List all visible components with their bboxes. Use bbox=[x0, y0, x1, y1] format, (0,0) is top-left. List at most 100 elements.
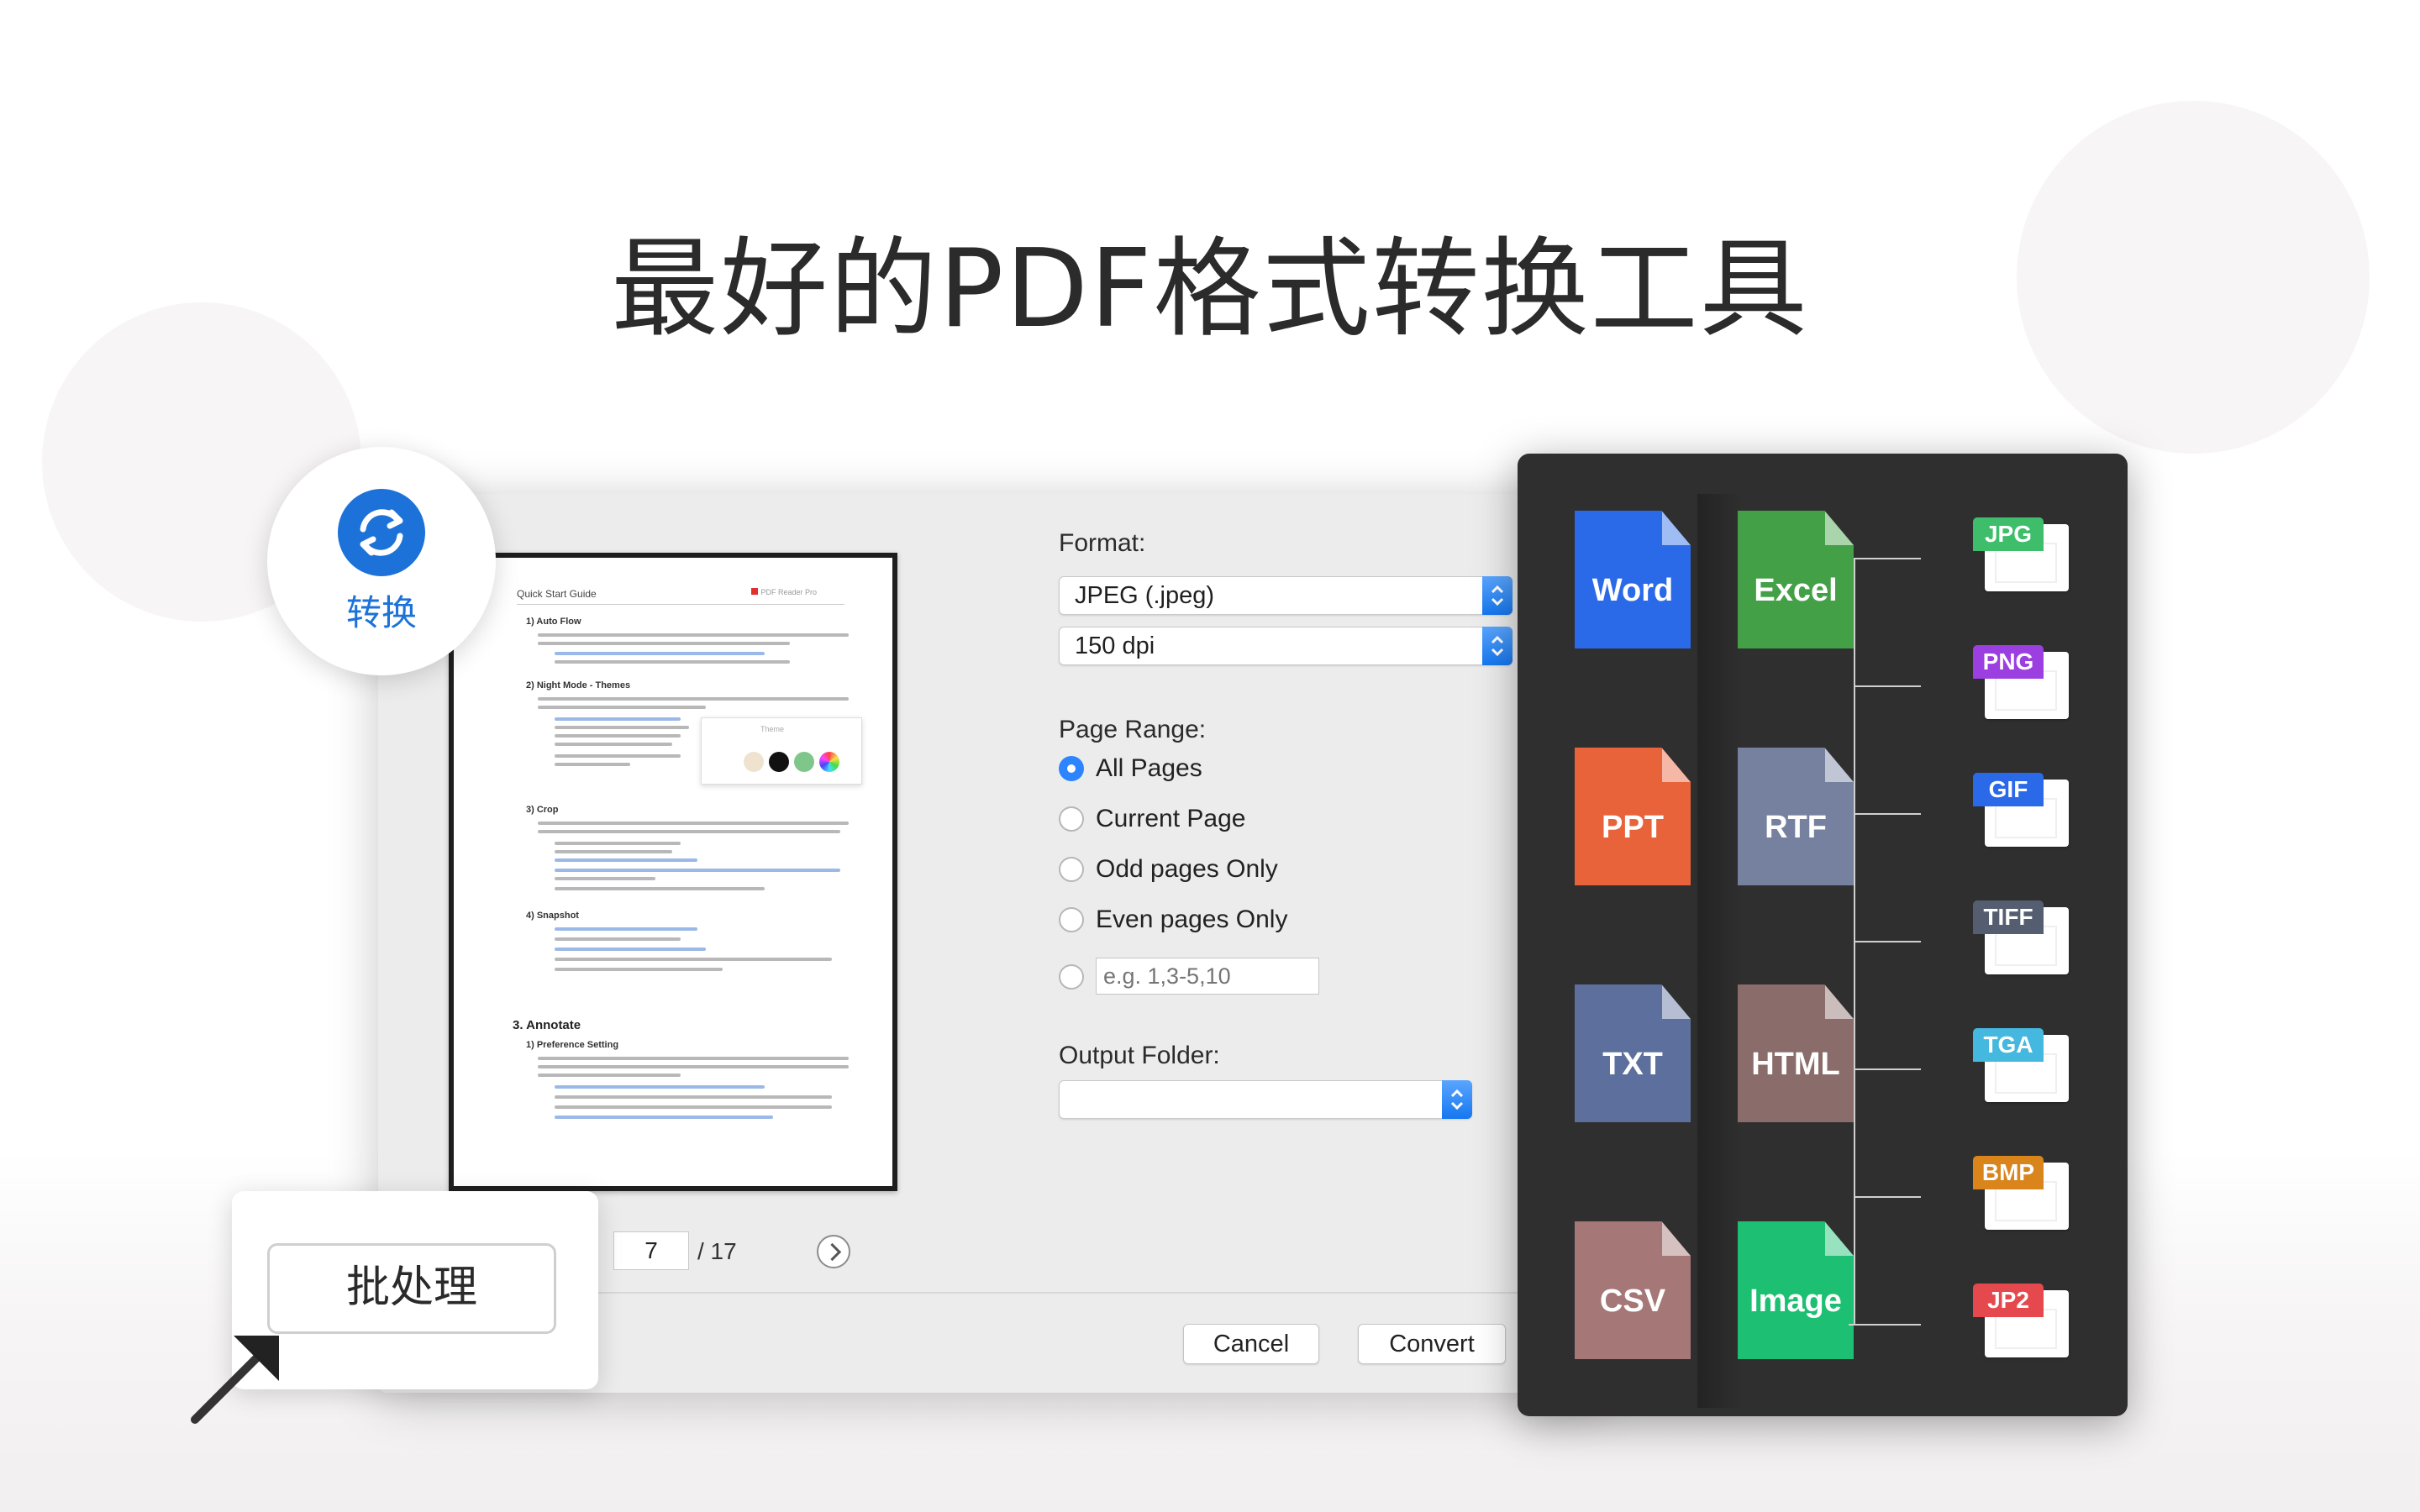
tree-branch bbox=[1854, 1068, 1921, 1070]
convert-badge-label: 转换 bbox=[345, 592, 417, 633]
fold bbox=[1824, 748, 1854, 782]
doc-rule bbox=[517, 604, 844, 605]
doc-line bbox=[555, 887, 765, 890]
format-select[interactable]: JPEG (.jpeg) bbox=[1059, 576, 1512, 615]
fold bbox=[1824, 511, 1854, 545]
custom-range-input[interactable] bbox=[1096, 958, 1319, 995]
convert-button[interactable]: Convert bbox=[1358, 1324, 1506, 1364]
page-number-input[interactable]: 7 bbox=[613, 1231, 689, 1270]
doc-logo: PDF Reader Pro bbox=[751, 588, 817, 596]
txt-file-icon[interactable]: TXT bbox=[1575, 984, 1691, 1122]
html-file-icon[interactable]: HTML bbox=[1738, 984, 1854, 1122]
radio-button[interactable] bbox=[1059, 756, 1084, 781]
headline: 最好的PDF格式转换工具 bbox=[611, 227, 1809, 352]
doc-line bbox=[538, 697, 849, 701]
doc-section: 2) Night Mode - Themes bbox=[526, 680, 631, 690]
fold bbox=[1661, 748, 1691, 782]
radio-label: Current Page bbox=[1096, 805, 1246, 832]
tree-branch bbox=[1854, 813, 1921, 815]
panel-shade bbox=[1697, 494, 1743, 1408]
bmp-badge[interactable]: BMP bbox=[1973, 1156, 2044, 1189]
doc-line bbox=[538, 830, 840, 833]
cursor-arrow-icon bbox=[191, 1336, 279, 1424]
jpg-badge[interactable]: JPG bbox=[1973, 517, 2044, 551]
fold bbox=[1661, 511, 1691, 545]
doc-line bbox=[555, 1095, 832, 1099]
doc-section: 1) Auto Flow bbox=[526, 617, 581, 627]
doc-line bbox=[555, 948, 706, 951]
doc-line bbox=[538, 1065, 849, 1068]
doc-line bbox=[538, 822, 849, 825]
format-label: Format: bbox=[1059, 529, 1146, 557]
theme-color-dot bbox=[744, 752, 764, 772]
dpi-select[interactable]: 150 dpi bbox=[1059, 627, 1512, 665]
doc-section: 1) Preference Setting bbox=[526, 1040, 619, 1050]
tree-branch bbox=[1854, 558, 1921, 559]
doc-logo-text: PDF Reader Pro bbox=[760, 588, 817, 596]
radio-label: Even pages Only bbox=[1096, 906, 1288, 933]
gif-badge[interactable]: GIF bbox=[1973, 773, 2044, 806]
doc-line bbox=[538, 1057, 849, 1060]
batch-button[interactable]: 批处理 bbox=[267, 1243, 556, 1334]
output-folder-select[interactable] bbox=[1059, 1080, 1472, 1119]
doc-line bbox=[555, 726, 689, 729]
doc-line bbox=[555, 968, 723, 971]
radio-label: Odd pages Only bbox=[1096, 855, 1278, 883]
doc-line bbox=[538, 1074, 681, 1077]
ppt-file-icon[interactable]: PPT bbox=[1575, 748, 1691, 885]
format-stepper-icon bbox=[1482, 576, 1512, 615]
excel-file-icon[interactable]: Excel bbox=[1738, 511, 1854, 648]
pdf-preview: Quick Start Guide PDF Reader Pro 1) Auto… bbox=[449, 553, 897, 1191]
word-file-icon[interactable]: Word bbox=[1575, 511, 1691, 648]
tga-badge[interactable]: TGA bbox=[1973, 1028, 2044, 1062]
dpi-value: 150 dpi bbox=[1075, 633, 1155, 659]
cancel-button[interactable]: Cancel bbox=[1183, 1324, 1319, 1364]
convert-badge[interactable]: 转换 bbox=[267, 447, 496, 675]
png-badge[interactable]: PNG bbox=[1973, 645, 2044, 679]
rtf-file-icon[interactable]: RTF bbox=[1738, 748, 1854, 885]
doc-line bbox=[555, 858, 697, 862]
doc-line bbox=[555, 869, 840, 872]
next-page-button[interactable] bbox=[817, 1235, 850, 1268]
file-label: Word bbox=[1591, 573, 1674, 608]
image-file-icon[interactable]: Image bbox=[1738, 1221, 1854, 1359]
fold bbox=[1661, 1221, 1691, 1256]
radio-button[interactable] bbox=[1059, 857, 1084, 882]
fold bbox=[1824, 984, 1854, 1019]
doc-chapter: 3. Annotate bbox=[513, 1018, 581, 1032]
page-range-label: Page Range: bbox=[1059, 716, 1207, 743]
doc-line bbox=[555, 877, 655, 880]
fold bbox=[1824, 1221, 1854, 1256]
convert-icon bbox=[338, 489, 425, 576]
doc-line bbox=[555, 754, 681, 758]
doc-section: 3) Crop bbox=[526, 805, 559, 815]
doc-line bbox=[555, 1116, 773, 1119]
radio-button[interactable] bbox=[1059, 806, 1084, 832]
radio-button[interactable] bbox=[1059, 964, 1084, 990]
theme-popup: Theme bbox=[701, 717, 862, 785]
doc-line bbox=[555, 743, 672, 746]
tree-branch bbox=[1854, 685, 1921, 687]
tiff-badge[interactable]: TIFF bbox=[1973, 900, 2044, 934]
jp2-badge[interactable]: JP2 bbox=[1973, 1284, 2044, 1317]
file-label: TXT bbox=[1602, 1047, 1663, 1082]
theme-color-dot bbox=[819, 752, 839, 772]
csv-file-icon[interactable]: CSV bbox=[1575, 1221, 1691, 1359]
dpi-stepper-icon bbox=[1482, 627, 1512, 665]
fold bbox=[1661, 984, 1691, 1019]
doc-line bbox=[555, 652, 765, 655]
doc-line bbox=[538, 706, 706, 709]
page-total: / 17 bbox=[697, 1238, 737, 1264]
doc-line bbox=[555, 842, 681, 845]
tree-branch bbox=[1854, 1324, 1921, 1326]
file-label: Excel bbox=[1754, 573, 1838, 608]
doc-line bbox=[555, 717, 681, 721]
format-value: JPEG (.jpeg) bbox=[1075, 582, 1214, 609]
doc-line bbox=[555, 958, 832, 961]
output-folder-label: Output Folder: bbox=[1059, 1042, 1220, 1069]
radio-button[interactable] bbox=[1059, 907, 1084, 932]
doc-line bbox=[555, 850, 672, 853]
doc-section: 4) Snapshot bbox=[526, 911, 579, 921]
doc-title: Quick Start Guide bbox=[517, 588, 597, 600]
format-panel: Word Excel PPT RTF TXT HTML CSV Image JP… bbox=[1518, 454, 2128, 1416]
